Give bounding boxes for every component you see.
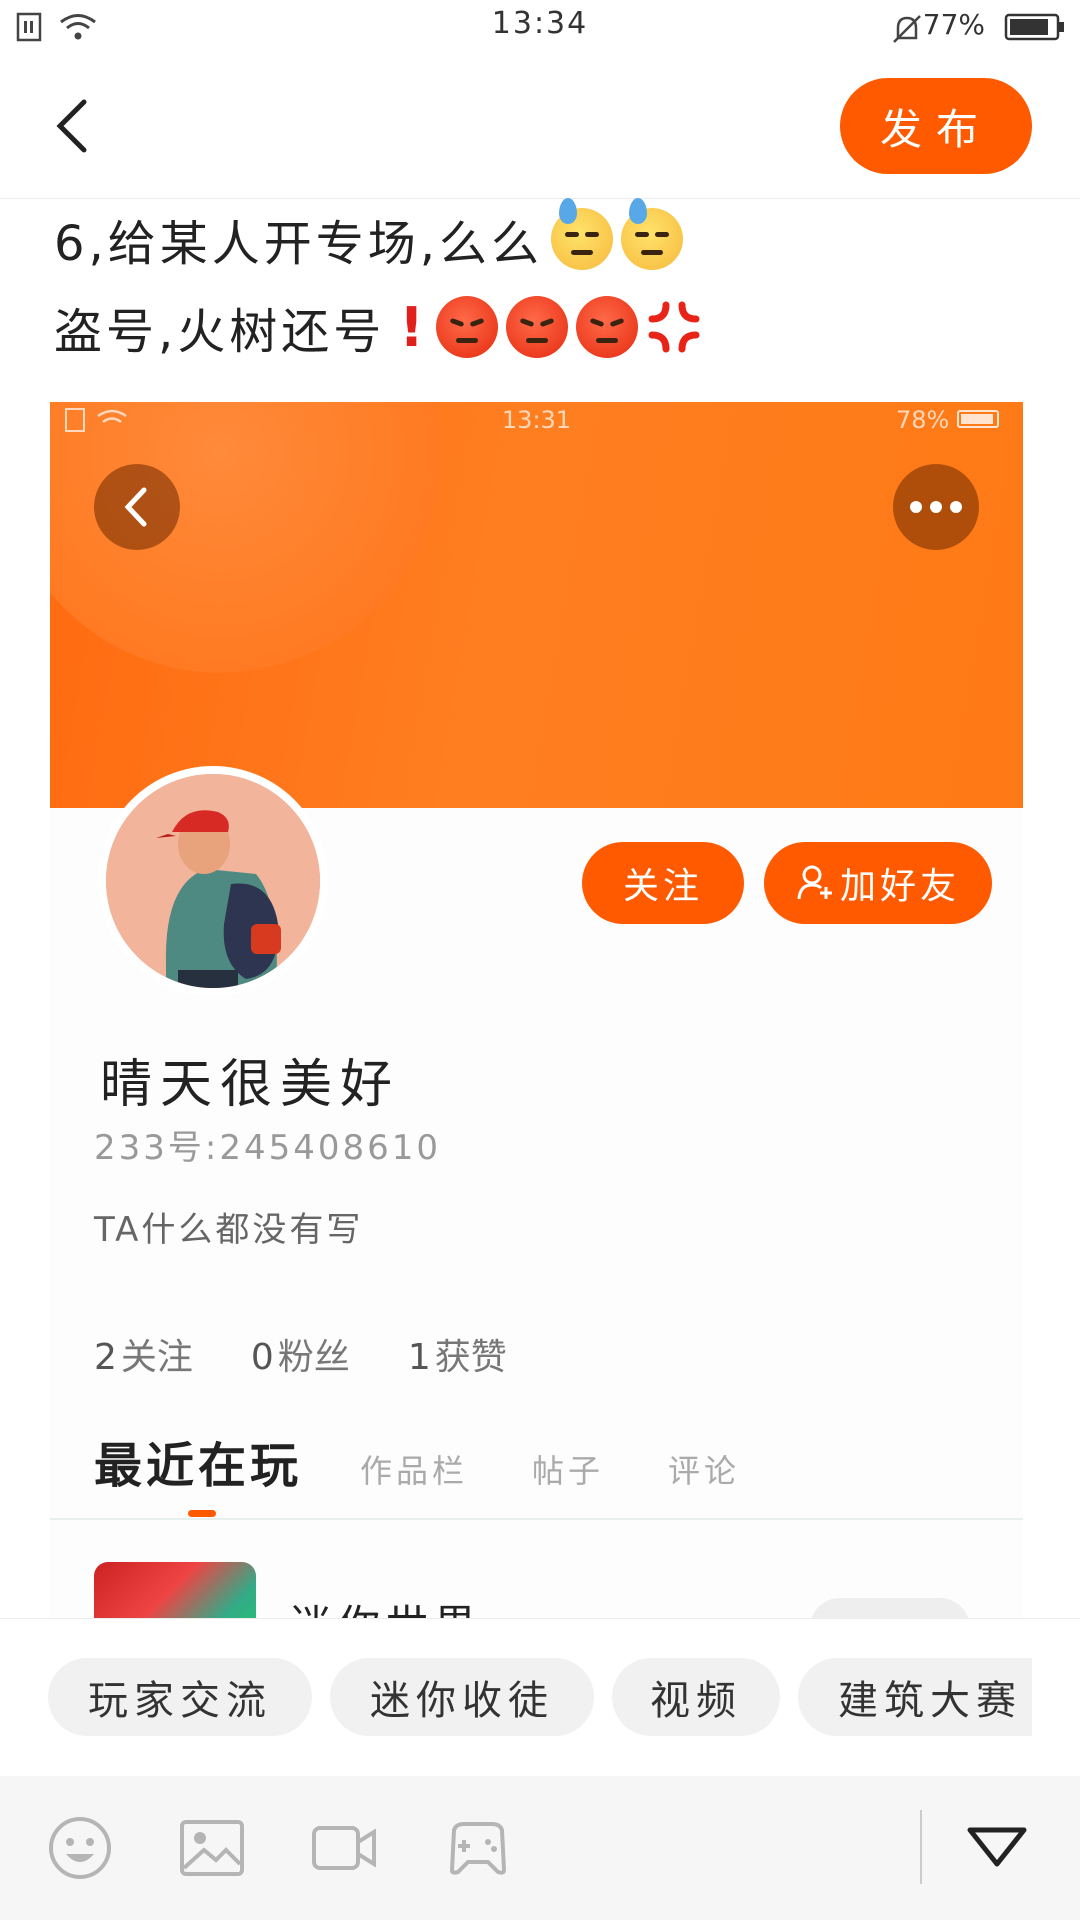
angry-emoji-icon bbox=[575, 296, 638, 358]
avatar-image bbox=[106, 774, 320, 988]
mute-bell-icon bbox=[893, 15, 921, 43]
game-action-button[interactable] bbox=[810, 1598, 970, 1620]
topic-chip[interactable]: 建筑大赛 bbox=[798, 1658, 1032, 1736]
battery-percent: 77% bbox=[922, 8, 985, 41]
exclamation-icon: ! bbox=[399, 295, 428, 359]
tab-recently-played[interactable]: 最近在玩 bbox=[94, 1426, 302, 1496]
inner-status-time: 13:31 bbox=[501, 406, 572, 434]
collapse-triangle-icon[interactable] bbox=[962, 1816, 1032, 1880]
topic-chip[interactable]: 玩家交流 bbox=[48, 1658, 312, 1736]
angry-emoji-icon bbox=[505, 296, 568, 358]
compose-toolbar bbox=[0, 1776, 1080, 1920]
tab-divider bbox=[50, 1518, 1023, 1520]
post-text-line-2[interactable]: 盗号,火树还号 ! bbox=[54, 292, 704, 362]
topic-chip[interactable]: 迷你收徒 bbox=[330, 1658, 594, 1736]
active-tab-indicator bbox=[188, 1510, 216, 1517]
topic-chip[interactable]: 视频 bbox=[612, 1658, 780, 1736]
tab-comments[interactable]: 评论 bbox=[668, 1446, 740, 1492]
profile-more-button[interactable] bbox=[893, 464, 979, 550]
inner-battery-icon bbox=[957, 410, 999, 428]
game-thumbnail[interactable] bbox=[94, 1562, 256, 1620]
battery-icon bbox=[1004, 13, 1064, 41]
profile-tabs: 最近在玩 作品栏 帖子 评论 bbox=[94, 1426, 804, 1496]
stat-likes[interactable]: 1 获赞 bbox=[408, 1328, 507, 1380]
inner-status-battery: 78% bbox=[896, 406, 950, 434]
publish-button[interactable]: 发布 bbox=[840, 78, 1032, 174]
add-friend-icon bbox=[797, 865, 832, 900]
tab-posts[interactable]: 帖子 bbox=[532, 1446, 604, 1492]
back-arrow-icon[interactable] bbox=[50, 96, 100, 156]
profile-stats: 2 关注 0 粉丝 1 获赞 bbox=[94, 1328, 507, 1380]
profile-back-button[interactable] bbox=[94, 464, 180, 550]
tab-works[interactable]: 作品栏 bbox=[360, 1446, 468, 1492]
attached-screenshot[interactable]: 13:31 78% 关注 加好友 晴天很美好 233号:245408610 TA… bbox=[50, 402, 1023, 1620]
more-dots-icon bbox=[910, 501, 962, 513]
profile-bio: TA什么都没有写 bbox=[94, 1210, 364, 1250]
chevron-left-icon bbox=[124, 487, 147, 527]
image-icon[interactable] bbox=[178, 1816, 246, 1880]
avatar-illustration bbox=[106, 774, 320, 988]
add-friend-button[interactable]: 加好友 bbox=[764, 842, 992, 924]
sweat-emoji-icon bbox=[551, 198, 614, 270]
angry-emoji-icon bbox=[435, 296, 498, 358]
stat-fans[interactable]: 0 粉丝 bbox=[251, 1328, 350, 1380]
profile-username: 晴天很美好 bbox=[100, 1055, 401, 1115]
follow-button[interactable]: 关注 bbox=[582, 842, 744, 924]
profile-banner bbox=[50, 402, 1023, 808]
video-icon[interactable] bbox=[310, 1816, 378, 1880]
game-controller-icon[interactable] bbox=[444, 1816, 512, 1880]
post-line-2-text: 盗号,火树还号 bbox=[54, 304, 386, 360]
emoji-icon[interactable] bbox=[46, 1816, 114, 1880]
anger-symbol-icon bbox=[648, 301, 700, 353]
top-bar: 发布 bbox=[0, 56, 1080, 199]
game-title: 迷你世界 bbox=[290, 1592, 482, 1620]
post-text-line-1[interactable]: 6,给某人开专场,么么 bbox=[54, 198, 684, 274]
avatar[interactable] bbox=[98, 766, 328, 996]
stat-following[interactable]: 2 关注 bbox=[94, 1328, 193, 1380]
status-bar: 13:34 77% bbox=[0, 0, 1080, 56]
toolbar-divider bbox=[920, 1810, 922, 1884]
sweat-emoji-icon bbox=[621, 198, 684, 270]
post-line-1-text: 6,给某人开专场,么么 bbox=[54, 216, 544, 272]
add-friend-label: 加好友 bbox=[839, 866, 960, 907]
profile-user-id: 233号:245408610 bbox=[94, 1128, 442, 1168]
